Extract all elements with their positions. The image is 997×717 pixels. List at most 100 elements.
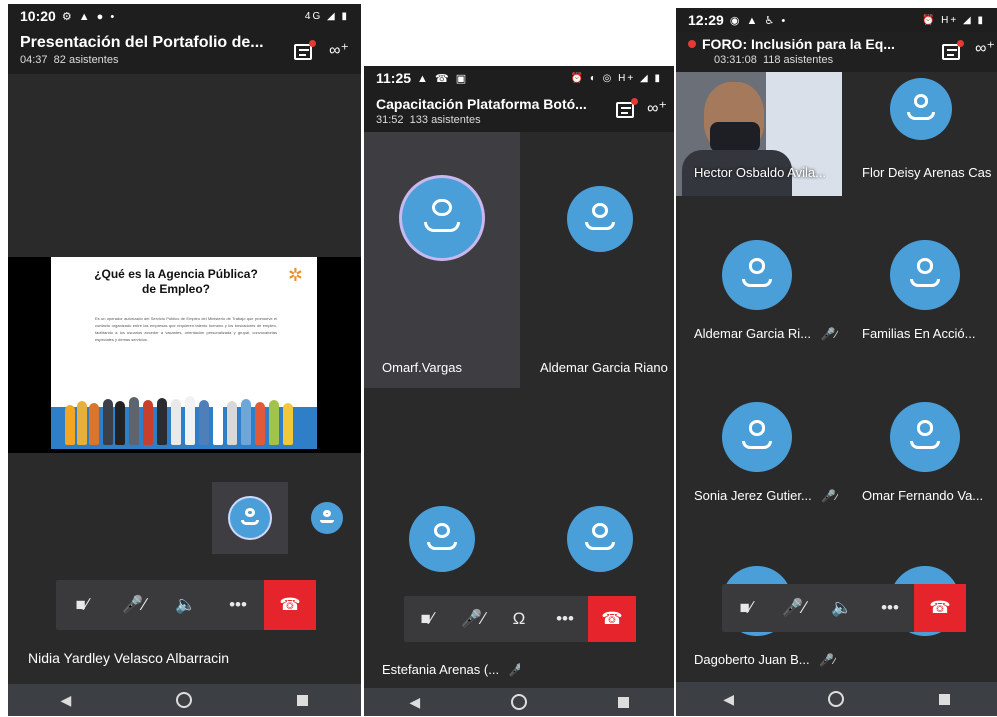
meeting-title: Capacitación Plataforma Botó...	[376, 96, 587, 112]
chat-icon[interactable]	[942, 40, 964, 60]
meeting-title: FORO: Inclusión para la Eq...	[688, 36, 898, 52]
participant-tile[interactable]: Aldemar Garcia Ri... 🎤∕	[676, 198, 842, 358]
status-icons-right: ⏰ H+ ◢ ▮	[921, 14, 985, 26]
mic-off-icon: 🎤∕	[820, 327, 838, 341]
android-nav-bar: ◀	[364, 688, 674, 716]
meeting-meta: 03:31:08 118 asistentes	[688, 54, 985, 66]
home-icon[interactable]	[510, 694, 527, 710]
avatar	[311, 502, 343, 534]
avatar	[890, 240, 960, 310]
participant-tile-other[interactable]	[293, 482, 361, 554]
shared-presentation: ¿Qué es la Agencia Pública? de Empleo? ✲…	[8, 257, 361, 453]
participant-video-tile[interactable]: Hector Osbaldo Avila...	[676, 72, 842, 196]
speaker-icon[interactable]: 🔈	[818, 584, 866, 632]
status-time: 11:25	[376, 70, 412, 86]
mic-off-icon[interactable]: 🎤∕	[450, 596, 496, 642]
slide-content: ¿Qué es la Agencia Pública? de Empleo? ✲…	[51, 257, 317, 449]
meeting-header: FORO: Inclusión para la Eq... 03:31:08 1…	[676, 32, 997, 72]
chat-icon[interactable]	[294, 40, 316, 60]
participant-tile[interactable]: Flor Deisy Arenas Cas	[844, 72, 997, 196]
participant-tile-self[interactable]	[212, 482, 288, 554]
presenter-name: Nidia Yardley Velasco Albarracin	[28, 650, 230, 666]
phone-screen-1: 10:20 ⚙ ▲ ● • 4G ◢ ▮ Presentación del Po…	[8, 4, 361, 716]
camera-off-icon[interactable]: ■∕	[722, 584, 770, 632]
headset-icon[interactable]: Ω	[496, 596, 542, 642]
more-icon[interactable]: •••	[212, 580, 264, 630]
participant-name: Sonia Jerez Gutier... 🎤∕	[694, 488, 838, 503]
participant-name: Hector Osbaldo Avila...	[694, 165, 826, 180]
participant-name: Flor Deisy Arenas Cas	[862, 165, 992, 180]
avatar	[890, 402, 960, 472]
participant-tile[interactable]: Omarf.Vargas	[364, 132, 520, 388]
status-time: 10:20	[20, 8, 56, 24]
participant-tile[interactable]: Sonia Jerez Gutier... 🎤∕	[676, 360, 842, 520]
status-time: 12:29	[688, 12, 724, 28]
avatar	[890, 78, 952, 140]
status-icons-left: ⚙ ▲ ● •	[61, 10, 117, 23]
call-controls: ■∕ 🎤∕ Ω ••• ☎	[404, 596, 636, 642]
recent-apps-icon[interactable]	[617, 696, 629, 708]
slide-title-line1: ¿Qué es la Agencia Pública?	[94, 267, 258, 281]
avatar	[722, 240, 792, 310]
participant-name: Omar Fernando Va...	[862, 488, 984, 503]
recent-apps-icon[interactable]	[297, 694, 309, 706]
phone-screen-3: 12:29 ◉ ▲ ♿ • ⏰ H+ ◢ ▮ Hector Osbaldo Av…	[676, 8, 997, 716]
home-icon[interactable]	[176, 692, 193, 708]
video-person-mask	[710, 122, 760, 152]
status-icons-right: 4G ◢ ▮	[304, 10, 349, 22]
avatar	[567, 186, 633, 252]
add-participants-icon[interactable]: ∞⁺	[328, 40, 350, 62]
meeting-attendees: 118 asistentes	[762, 54, 834, 66]
meeting-attendees: 133 asistentes	[409, 114, 481, 126]
speaker-icon[interactable]: 🔈	[160, 580, 212, 630]
participant-name: Estefania Arenas (... 🎤∕	[382, 662, 526, 677]
status-bar: 10:20 ⚙ ▲ ● • 4G ◢ ▮	[8, 4, 361, 28]
avatar	[409, 506, 475, 572]
call-controls: ■∕ 🎤∕ 🔈 ••• ☎	[722, 584, 966, 632]
avatar	[722, 402, 792, 472]
hangup-button[interactable]: ☎	[914, 584, 966, 632]
status-bar: 12:29 ◉ ▲ ♿ • ⏰ H+ ◢ ▮	[676, 8, 997, 32]
workers-image	[51, 389, 317, 449]
meeting-elapsed: 31:52	[376, 114, 404, 126]
participant-tile[interactable]: Omar Fernando Va...	[844, 360, 997, 520]
back-icon[interactable]: ◀	[409, 694, 420, 711]
participant-name: Aldemar Garcia Riano	[540, 360, 668, 375]
camera-off-icon[interactable]: ■∕	[56, 580, 108, 630]
avatar	[230, 498, 270, 538]
sena-logo-icon: ✲	[287, 265, 303, 285]
more-icon[interactable]: •••	[542, 596, 588, 642]
add-participants-icon[interactable]: ∞⁺	[646, 98, 668, 120]
status-icons-left: ▲ ☎ ▣	[417, 72, 469, 85]
recording-indicator-icon	[688, 40, 696, 48]
call-controls: ■∕ 🎤∕ 🔈 ••• ☎	[56, 580, 316, 630]
mic-off-icon[interactable]: 🎤∕	[108, 580, 160, 630]
status-icons-left: ◉ ▲ ♿ •	[729, 14, 788, 27]
participant-name: Omarf.Vargas	[382, 360, 462, 375]
recent-apps-icon[interactable]	[938, 693, 950, 705]
meeting-elapsed: 03:31:08	[714, 54, 757, 66]
mic-off-icon: 🎤∕	[819, 653, 837, 667]
chat-icon[interactable]	[616, 98, 638, 118]
android-nav-bar: ◀	[676, 682, 997, 716]
meeting-header: Capacitación Plataforma Botó... 31:52 13…	[364, 90, 674, 132]
back-icon[interactable]: ◀	[61, 692, 72, 709]
meeting-header: Presentación del Portafolio de... 04:37 …	[8, 28, 361, 74]
participant-name-text: Estefania Arenas (...	[382, 662, 500, 677]
phone-screen-2: 11:25 ▲ ☎ ▣ ⏰ ◐ ◎ H+ ◢ ▮ Capacitación Pl…	[364, 66, 674, 716]
back-icon[interactable]: ◀	[723, 691, 734, 708]
participant-tile[interactable]: Aldemar Garcia Riano	[520, 132, 674, 388]
participant-name: Aldemar Garcia Ri... 🎤∕	[694, 326, 838, 341]
hangup-button[interactable]: ☎	[588, 596, 636, 642]
participant-tile[interactable]: Familias En Acció...	[844, 198, 997, 358]
android-nav-bar: ◀	[8, 684, 361, 716]
avatar	[402, 178, 482, 258]
hangup-button[interactable]: ☎	[264, 580, 316, 630]
more-icon[interactable]: •••	[866, 584, 914, 632]
camera-off-icon[interactable]: ■∕	[404, 596, 450, 642]
home-icon[interactable]	[828, 691, 845, 707]
add-participants-icon[interactable]: ∞⁺	[974, 38, 996, 60]
status-icons-right: ⏰ ◐ ◎ H+ ◢ ▮	[570, 72, 662, 84]
mic-off-icon[interactable]: 🎤∕	[770, 584, 818, 632]
meeting-attendees: 82 asistentes	[53, 54, 119, 66]
